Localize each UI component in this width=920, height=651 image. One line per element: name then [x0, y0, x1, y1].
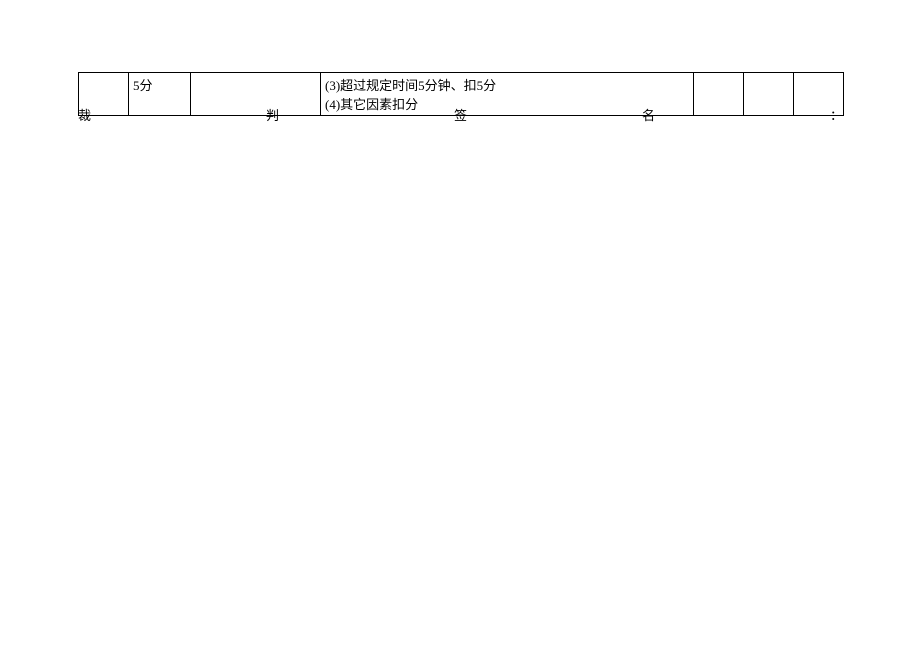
signature-line: 裁 判 签 名 ： [78, 105, 843, 124]
sig-colon: ： [830, 105, 843, 124]
criteria-line-3: (3)超过规定时间5分钟、扣5分 [325, 75, 689, 94]
sig-char-3: 签 [454, 105, 467, 124]
sig-char-4: 名 [642, 105, 655, 124]
sig-char-2: 判 [266, 105, 279, 124]
sig-char-1: 裁 [78, 105, 91, 124]
